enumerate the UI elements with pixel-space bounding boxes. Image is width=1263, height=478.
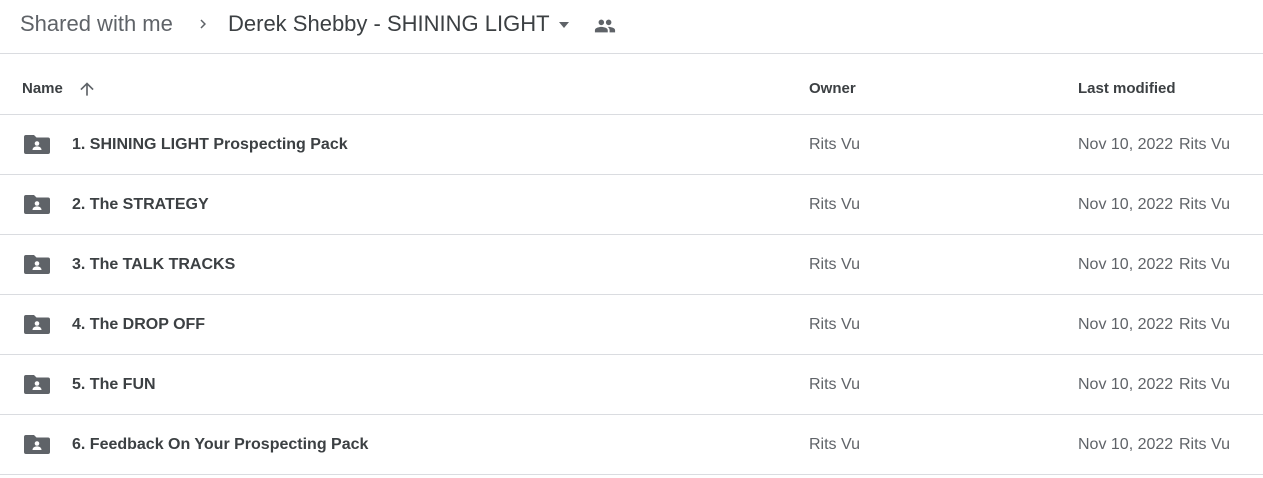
file-owner: Rits Vu [809,256,860,273]
column-header-name[interactable]: Name [22,80,63,97]
file-name: 1. SHINING LIGHT Prospecting Pack [72,136,348,153]
column-header-last-modified[interactable]: Last modified [1078,80,1176,97]
file-modified-by: Rits Vu [1179,196,1230,213]
column-header-row: Name Owner Last modified [0,54,1263,115]
file-owner: Rits Vu [809,196,860,213]
file-row[interactable]: 4. The DROP OFF Rits Vu Nov 10, 2022 Rit… [0,295,1263,355]
file-modified-by: Rits Vu [1179,376,1230,393]
file-modified-date: Nov 10, 2022 [1078,316,1174,333]
chevron-right-icon [200,19,206,29]
file-row[interactable]: 2. The STRATEGY Rits Vu Nov 10, 2022 Rit… [0,175,1263,235]
file-name: 5. The FUN [72,376,156,393]
file-row[interactable]: 3. The TALK TRACKS Rits Vu Nov 10, 2022 … [0,235,1263,295]
breadcrumb-bar: Shared with me Derek Shebby - SHINING LI… [0,0,1263,54]
file-modified-date: Nov 10, 2022 [1078,376,1174,393]
file-modified-date: Nov 10, 2022 [1078,136,1174,153]
file-list: 1. SHINING LIGHT Prospecting Pack Rits V… [0,115,1263,475]
shared-folder-icon [24,375,50,394]
shared-folder-icon [24,315,50,334]
breadcrumb-current-folder[interactable]: Derek Shebby - SHINING LIGHT [228,10,550,38]
file-name: 2. The STRATEGY [72,196,209,213]
arrow-up-icon[interactable] [77,79,97,99]
file-row[interactable]: 6. Feedback On Your Prospecting Pack Rit… [0,415,1263,475]
file-owner: Rits Vu [809,376,860,393]
column-header-owner[interactable]: Owner [809,80,856,97]
file-modified-date: Nov 10, 2022 [1078,196,1174,213]
shared-folder-icon [24,255,50,274]
file-row[interactable]: 5. The FUN Rits Vu Nov 10, 2022 Rits Vu [0,355,1263,415]
file-modified-by: Rits Vu [1179,436,1230,453]
shared-folder-icon [24,435,50,454]
file-owner: Rits Vu [809,136,860,153]
file-modified-date: Nov 10, 2022 [1078,436,1174,453]
file-owner: Rits Vu [809,436,860,453]
shared-folder-icon [24,195,50,214]
breadcrumb-shared-with-me[interactable]: Shared with me [20,10,173,38]
file-row[interactable]: 1. SHINING LIGHT Prospecting Pack Rits V… [0,115,1263,175]
file-modified-date: Nov 10, 2022 [1078,256,1174,273]
file-modified-by: Rits Vu [1179,136,1230,153]
caret-down-icon[interactable] [555,19,573,31]
file-modified-by: Rits Vu [1179,316,1230,333]
shared-folder-icon [24,135,50,154]
file-name: 6. Feedback On Your Prospecting Pack [72,436,369,453]
file-owner: Rits Vu [809,316,860,333]
file-modified-by: Rits Vu [1179,256,1230,273]
file-name: 3. The TALK TRACKS [72,256,236,273]
file-name: 4. The DROP OFF [72,316,206,333]
people-icon[interactable] [592,15,618,37]
